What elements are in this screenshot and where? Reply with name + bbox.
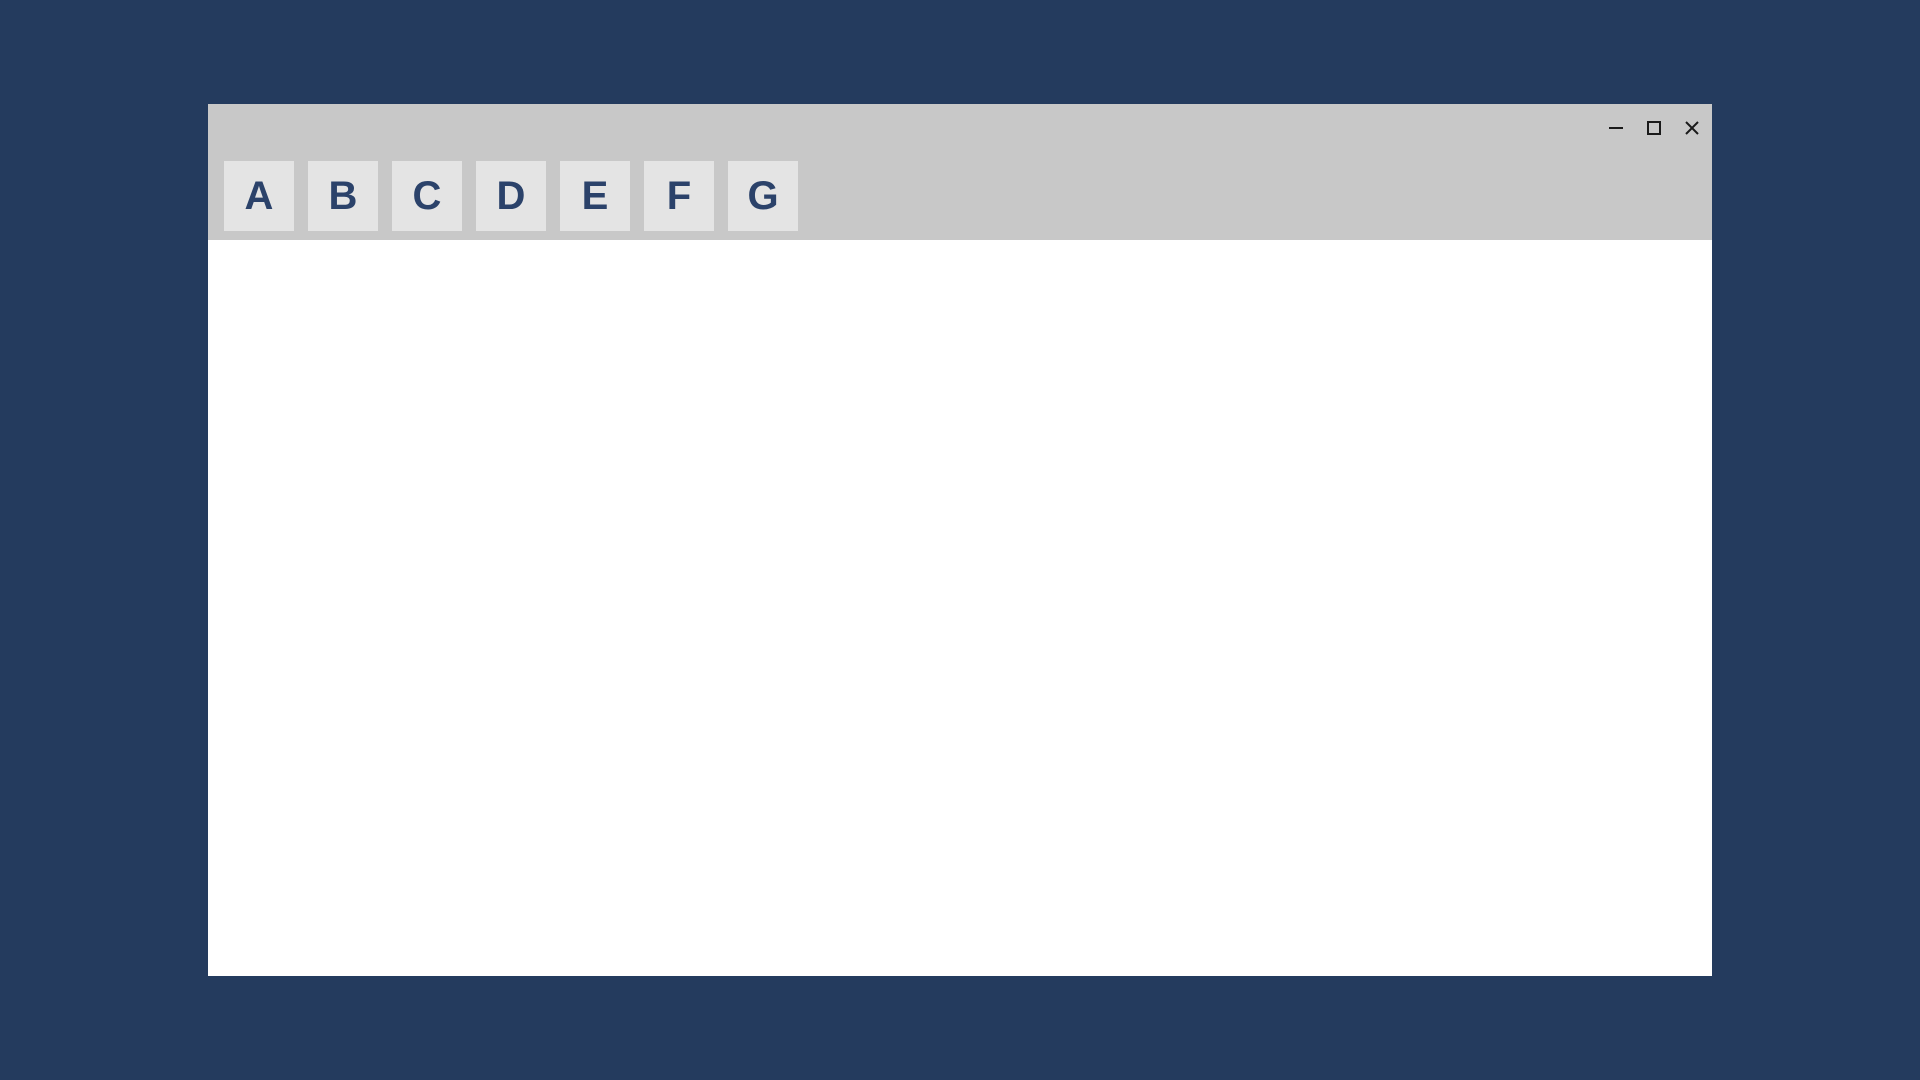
toolbar-button-label: C: [413, 174, 442, 219]
maximize-button[interactable]: [1644, 118, 1664, 138]
content-area: [208, 240, 1712, 976]
minimize-icon: [1608, 120, 1624, 136]
toolbar-button-b[interactable]: B: [308, 161, 378, 231]
toolbar-button-label: G: [747, 174, 778, 219]
toolbar: A B C D E F G: [208, 152, 1712, 240]
maximize-icon: [1647, 121, 1661, 135]
toolbar-button-label: D: [497, 174, 526, 219]
toolbar-button-label: B: [329, 174, 358, 219]
minimize-button[interactable]: [1606, 118, 1626, 138]
toolbar-button-label: E: [582, 174, 609, 219]
close-button[interactable]: [1682, 118, 1702, 138]
toolbar-button-a[interactable]: A: [224, 161, 294, 231]
toolbar-button-c[interactable]: C: [392, 161, 462, 231]
window-controls: [1606, 118, 1702, 138]
toolbar-button-d[interactable]: D: [476, 161, 546, 231]
titlebar: [208, 104, 1712, 152]
toolbar-button-f[interactable]: F: [644, 161, 714, 231]
toolbar-button-e[interactable]: E: [560, 161, 630, 231]
close-icon: [1684, 120, 1700, 136]
toolbar-button-label: A: [245, 174, 274, 219]
toolbar-button-label: F: [667, 174, 691, 219]
toolbar-button-g[interactable]: G: [728, 161, 798, 231]
application-window: A B C D E F G: [208, 104, 1712, 976]
